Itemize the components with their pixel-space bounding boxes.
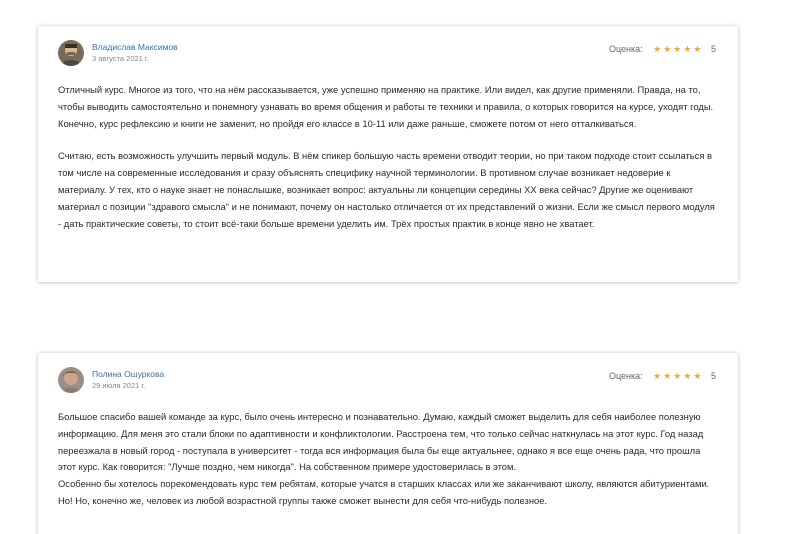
review-date: 29 июля 2021 г. bbox=[92, 381, 146, 390]
rating: Оценка: ★★★★★ 5 bbox=[609, 370, 716, 382]
author-name-link[interactable]: Полина Ошуркова bbox=[92, 368, 164, 380]
review-card: Владислав Максимов 3 августа 2021 г. Оце… bbox=[38, 26, 738, 282]
rating-value: 5 bbox=[710, 44, 716, 54]
avatar[interactable] bbox=[58, 40, 84, 66]
author-block: Полина Ошуркова 29 июля 2021 г. bbox=[92, 368, 164, 391]
review-paragraph: Отличный курс. Многое из того, что на нё… bbox=[58, 84, 714, 129]
review-paragraph: Считаю, есть возможность улучшить первый… bbox=[58, 150, 715, 229]
review-text: Большое спасибо вашей команде за курс, б… bbox=[58, 409, 716, 510]
rating-label: Оценка: bbox=[608, 44, 643, 54]
avatar-image bbox=[58, 367, 84, 393]
rating: Оценка: ★★★★★ 5 bbox=[609, 43, 716, 55]
avatar-image bbox=[58, 40, 84, 66]
reviews-page: Владислав Максимов 3 августа 2021 г. Оце… bbox=[0, 0, 800, 534]
review-header: Полина Ошуркова 29 июля 2021 г. Оценка: … bbox=[58, 367, 716, 395]
author-name-link[interactable]: Владислав Максимов bbox=[92, 41, 178, 53]
review-text: Отличный курс. Многое из того, что на нё… bbox=[58, 82, 716, 232]
review-header: Владислав Максимов 3 августа 2021 г. Оце… bbox=[58, 40, 716, 68]
review-date: 3 августа 2021 г. bbox=[92, 54, 149, 63]
star-icons: ★★★★★ bbox=[653, 44, 704, 54]
review-paragraph: Особенно бы хотелось порекомендовать кур… bbox=[58, 478, 710, 506]
avatar[interactable] bbox=[58, 367, 84, 393]
review-paragraph: Большое спасибо вашей команде за курс, б… bbox=[58, 411, 704, 473]
rating-value: 5 bbox=[710, 371, 716, 381]
rating-label: Оценка: bbox=[608, 371, 643, 381]
review-card: Полина Ошуркова 29 июля 2021 г. Оценка: … bbox=[38, 353, 738, 534]
star-icons: ★★★★★ bbox=[653, 371, 704, 381]
author-block: Владислав Максимов 3 августа 2021 г. bbox=[92, 41, 178, 64]
